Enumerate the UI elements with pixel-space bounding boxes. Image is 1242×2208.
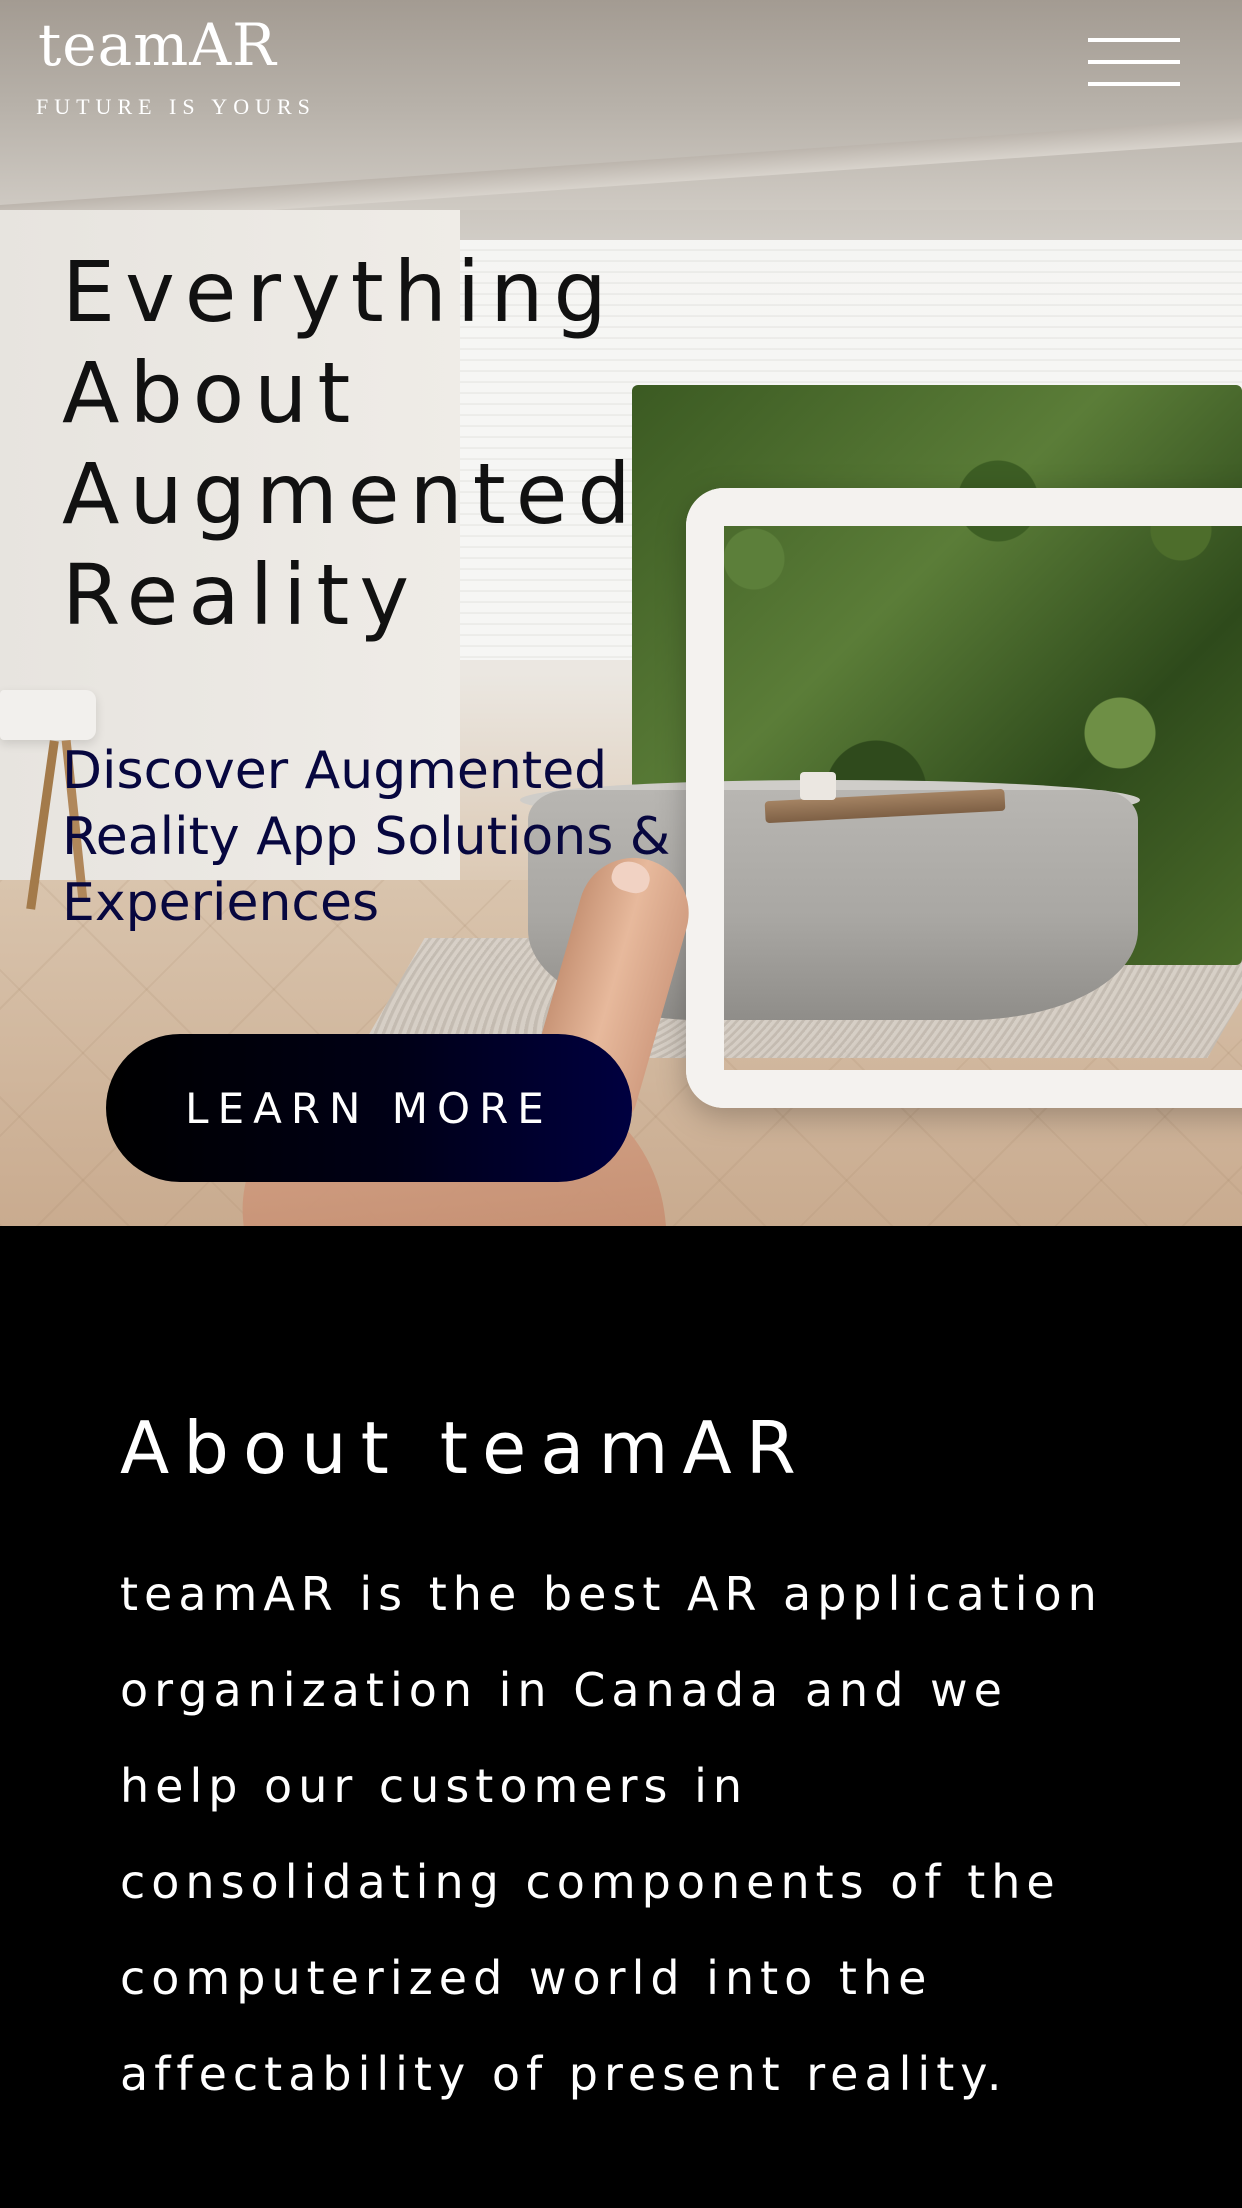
hero-section: teamAR FUTURE IS YOURS Everything About … — [0, 0, 1242, 1226]
hero-chair — [0, 690, 96, 740]
hero-headline-line: About — [62, 344, 361, 442]
hero-subheadline: Discover Augmented Reality App Solutions… — [62, 741, 671, 933]
about-section: About teamAR teamAR is the best AR appli… — [0, 1226, 1242, 2208]
site-logo[interactable]: teamAR FUTURE IS YOURS — [36, 10, 316, 120]
logo-tagline: FUTURE IS YOURS — [36, 94, 316, 119]
hero-headline: Everything About Augmented Reality — [62, 242, 742, 646]
hamburger-line — [1088, 38, 1180, 42]
logo-text: teamAR — [38, 11, 277, 79]
about-body: teamAR is the best AR application organi… — [120, 1567, 1103, 2101]
hero-headline-line: Augmented — [62, 445, 641, 543]
hero-headline-line: Everything — [62, 243, 617, 341]
hamburger-line — [1088, 60, 1180, 64]
hero-headline-line: Reality — [62, 546, 420, 644]
hamburger-line — [1088, 82, 1180, 86]
about-title: About teamAR — [120, 1406, 810, 1490]
learn-more-button[interactable]: LEARN MORE — [106, 1034, 632, 1182]
hamburger-menu-icon[interactable] — [1088, 38, 1180, 88]
